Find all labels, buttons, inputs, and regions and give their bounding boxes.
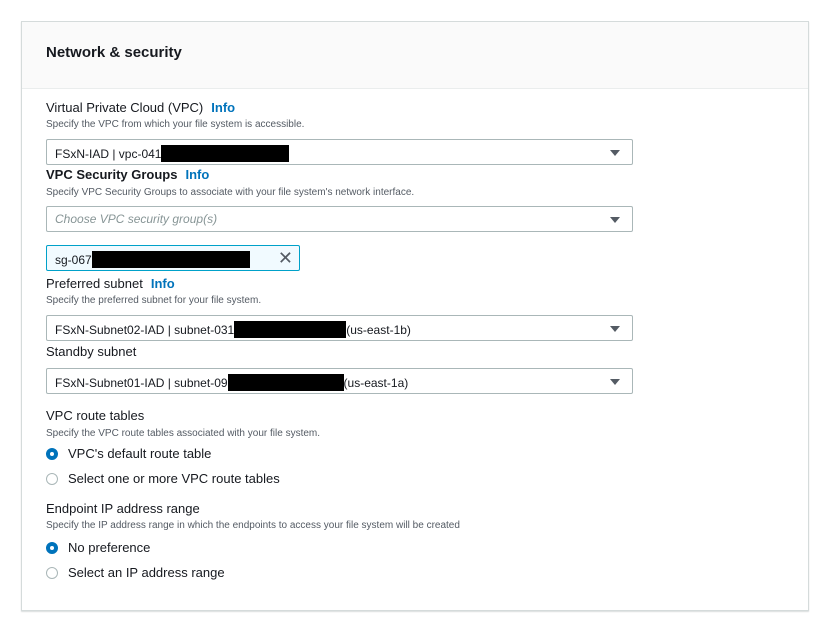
security-groups-label-text: VPC Security Groups	[46, 167, 178, 182]
caret-down-icon	[610, 217, 620, 223]
vpc-description: Specify the VPC from which your file sys…	[46, 119, 305, 130]
vpc-select[interactable]: FSxN-IAD | vpc-041	[46, 139, 633, 165]
route-tables-label: VPC route tables	[46, 408, 145, 423]
vpc-select-value: FSxN-IAD | vpc-041	[55, 145, 290, 162]
caret-down-icon	[610, 326, 620, 332]
vpc-info-link[interactable]: Info	[211, 100, 235, 115]
radio-label: Select an IP address range	[68, 565, 225, 580]
security-groups-label: VPC Security Groups Info	[46, 167, 209, 182]
preferred-subnet-info-link[interactable]: Info	[151, 276, 175, 291]
radio-selected-icon	[46, 448, 58, 460]
network-security-panel: Network & security Virtual Private Cloud…	[21, 21, 809, 611]
redaction-bar	[161, 145, 290, 162]
endpoint-ip-description: Specify the IP address range in which th…	[46, 520, 460, 531]
security-groups-description: Specify VPC Security Groups to associate…	[46, 187, 415, 198]
redaction-bar	[234, 321, 347, 338]
panel-title: Network & security	[46, 44, 182, 61]
standby-subnet-value: FSxN-Subnet01-IAD | subnet-09 (us-east-1a…	[55, 374, 408, 391]
radio-unselected-icon	[46, 473, 58, 485]
security-groups-placeholder: Choose VPC security group(s)	[55, 212, 218, 226]
preferred-subnet-value-suffix: (us-east-1b)	[346, 323, 411, 337]
redaction-bar	[227, 374, 344, 391]
security-group-token-value: sg-067	[55, 251, 250, 268]
security-group-token-text: sg-067	[55, 253, 92, 267]
radio-unselected-icon	[46, 567, 58, 579]
close-icon[interactable]: ✕	[278, 247, 293, 269]
caret-down-icon	[610, 150, 620, 156]
security-group-token: sg-067 ✕	[46, 245, 300, 271]
vpc-label: Virtual Private Cloud (VPC) Info	[46, 100, 235, 115]
vpc-label-text: Virtual Private Cloud (VPC)	[46, 100, 204, 115]
preferred-subnet-select[interactable]: FSxN-Subnet02-IAD | subnet-031 (us-east-1…	[46, 315, 633, 341]
radio-label: VPC's default route table	[68, 446, 212, 461]
endpoint-ip-label: Endpoint IP address range	[46, 501, 200, 516]
security-groups-info-link[interactable]: Info	[185, 167, 209, 182]
preferred-subnet-label: Preferred subnet Info	[46, 276, 175, 291]
radio-label: No preference	[68, 540, 151, 555]
caret-down-icon	[610, 379, 620, 385]
redaction-bar	[91, 251, 250, 268]
route-tables-description: Specify the VPC route tables associated …	[46, 428, 321, 439]
preferred-subnet-value-prefix: FSxN-Subnet02-IAD | subnet-031	[55, 323, 235, 337]
standby-subnet-value-prefix: FSxN-Subnet01-IAD | subnet-09	[55, 376, 228, 390]
preferred-subnet-description: Specify the preferred subnet for your fi…	[46, 295, 262, 306]
radio-selected-icon	[46, 542, 58, 554]
security-groups-select[interactable]: Choose VPC security group(s)	[46, 206, 633, 232]
vpc-value-text: FSxN-IAD | vpc-041	[55, 147, 162, 161]
standby-subnet-value-suffix: (us-east-1a)	[343, 376, 409, 390]
preferred-subnet-label-text: Preferred subnet	[46, 276, 143, 291]
preferred-subnet-value: FSxN-Subnet02-IAD | subnet-031 (us-east-1…	[55, 321, 411, 338]
panel-header: Network & security	[22, 22, 808, 89]
standby-subnet-label: Standby subnet	[46, 344, 137, 359]
radio-label: Select one or more VPC route tables	[68, 471, 280, 486]
standby-subnet-select[interactable]: FSxN-Subnet01-IAD | subnet-09 (us-east-1a…	[46, 368, 633, 394]
